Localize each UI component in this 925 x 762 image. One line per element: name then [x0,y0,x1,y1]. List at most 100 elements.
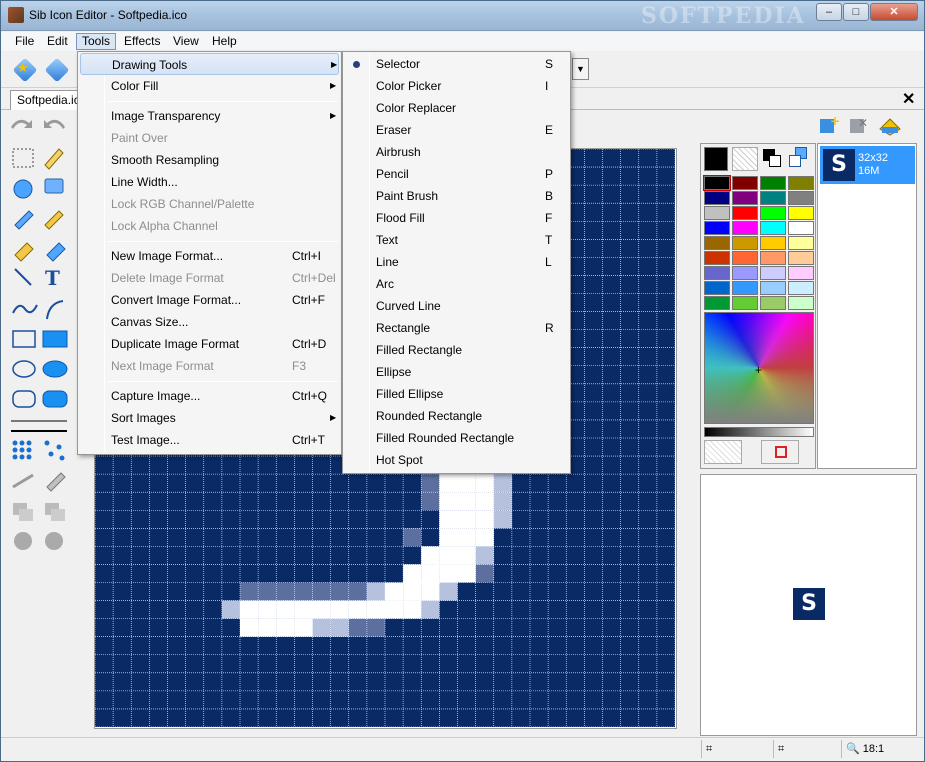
palette-color-swatch[interactable] [704,206,730,220]
palette-color-swatch[interactable] [760,296,786,310]
hotspot-swatch[interactable] [761,440,799,464]
palette-color-swatch[interactable] [732,296,758,310]
filled-rectangle-icon[interactable] [42,330,68,348]
drawing-tool-item[interactable]: Paint Brush B [345,185,568,207]
maximize-button[interactable]: □ [843,3,869,21]
palette-color-swatch[interactable] [760,251,786,265]
color-picker-icon[interactable] [44,148,64,170]
undo-icon[interactable] [11,119,32,129]
palette-color-swatch[interactable] [732,251,758,265]
palette-color-swatch[interactable] [788,281,814,295]
menu-file[interactable]: File [10,33,39,50]
palette-color-swatch[interactable] [788,221,814,235]
palette-color-swatch[interactable] [732,281,758,295]
palette-color-swatch[interactable] [788,266,814,280]
transparent-swatch[interactable] [704,440,742,464]
image-format-entry[interactable]: S 32x32 16M [820,146,915,184]
palette-color-swatch[interactable] [732,266,758,280]
paint-brush-icon[interactable] [14,242,34,262]
menu-effects[interactable]: Effects [119,33,165,50]
primary-color-swatch[interactable] [704,147,728,171]
tools-menu-item[interactable]: Duplicate Image Format Ctrl+D [80,333,339,355]
palette-color-swatch[interactable] [732,191,758,205]
tools-menu-item[interactable]: Test Image... Ctrl+T [80,429,339,451]
menu-tools[interactable]: Tools [76,33,117,50]
rounded-rectangle-icon[interactable] [12,390,36,408]
palette-color-swatch[interactable] [760,281,786,295]
filled-rounded-rectangle-icon[interactable] [42,390,68,408]
gray-pencil-icon[interactable] [46,472,66,492]
palette-color-swatch[interactable] [788,296,814,310]
palette-color-swatch[interactable] [704,281,730,295]
palette-color-swatch[interactable] [732,236,758,250]
line-icon[interactable] [14,268,32,286]
document-tab[interactable]: Softpedia.ico [10,90,86,110]
minimize-button[interactable]: – [816,3,842,21]
palette-color-swatch[interactable] [760,236,786,250]
palette-color-swatch[interactable] [788,236,814,250]
drawing-tool-item[interactable]: Color Picker I [345,75,568,97]
tools-menu-item[interactable]: New Image Format... Ctrl+I [80,245,339,267]
menu-edit[interactable]: Edit [42,33,73,50]
drawing-tool-item[interactable]: Eraser E [345,119,568,141]
eraser-icon[interactable] [44,178,64,194]
palette-color-swatch[interactable] [760,266,786,280]
palette-color-swatch[interactable] [704,191,730,205]
tools-menu-item[interactable]: Line Width... [80,171,339,193]
palette-color-swatch[interactable] [704,236,730,250]
add-image-icon[interactable]: + [820,114,840,133]
palette-color-swatch[interactable] [704,221,730,235]
arc-icon[interactable] [46,300,64,320]
palette-color-swatch[interactable] [703,175,731,191]
zoom-combo-arrow[interactable]: ▼ [572,58,589,80]
filled-ellipse-icon[interactable] [42,360,68,378]
drawing-tool-item[interactable]: Rounded Rectangle [345,405,568,427]
drawing-tool-item[interactable]: Hot Spot [345,449,568,471]
tools-menu-item[interactable]: Sort Images ▶ [80,407,339,429]
close-document-icon[interactable]: ✕ [902,89,915,109]
gray-shape-2-icon[interactable] [45,532,63,550]
tools-menu-item[interactable]: Convert Image Format... Ctrl+F [80,289,339,311]
remove-image-icon[interactable]: ✕ [850,116,868,133]
swap-colors-icon[interactable] [763,149,781,167]
tools-menu-item[interactable]: Color Fill ▶ [80,75,339,97]
transparent-color-swatch[interactable] [732,147,758,171]
palette-color-swatch[interactable] [760,206,786,220]
palette-color-swatch[interactable] [788,206,814,220]
palette-color-swatch[interactable] [732,206,758,220]
new-icon-button[interactable]: ★ [11,56,39,84]
drawing-tool-item[interactable]: Filled Rounded Rectangle [345,427,568,449]
menu-help[interactable]: Help [207,33,242,50]
ellipse-icon[interactable] [12,360,36,378]
selector-icon[interactable] [12,148,34,168]
tools-menu-item[interactable]: Image Transparency ▶ [80,105,339,127]
airbrush-icon[interactable] [14,210,34,230]
drawing-tool-item[interactable]: Pencil P [345,163,568,185]
palette-color-swatch[interactable] [760,176,786,190]
drawing-tool-item[interactable]: Selector S [345,53,568,75]
drawing-tool-item[interactable]: Curved Line [345,295,568,317]
drawing-tool-item[interactable]: Arc [345,273,568,295]
palette-color-swatch[interactable] [732,176,758,190]
replace-color-icon[interactable] [789,147,811,169]
color-spectrum[interactable]: + [704,312,814,424]
drawing-tool-item[interactable]: Line L [345,251,568,273]
gray-shape-icon[interactable] [14,532,32,550]
text-tool-icon[interactable]: T [45,266,60,290]
airbrush-dots-icon[interactable] [12,440,32,460]
drawing-tool-item[interactable]: Rectangle R [345,317,568,339]
palette-color-swatch[interactable] [788,176,814,190]
open-icon-button[interactable] [43,56,71,84]
redo-icon[interactable] [44,119,65,129]
rectangle-icon[interactable] [12,330,36,348]
palette-color-swatch[interactable] [760,221,786,235]
drawing-tool-item[interactable]: Filled Ellipse [345,383,568,405]
sparse-dots-icon[interactable] [44,440,65,461]
palette-color-swatch[interactable] [704,251,730,265]
palette-color-swatch[interactable] [732,221,758,235]
palette-color-swatch[interactable] [788,191,814,205]
image-properties-icon[interactable] [879,118,901,136]
palette-color-swatch[interactable] [760,191,786,205]
tools-menu-item[interactable]: Drawing Tools ▶ [80,53,339,75]
palette-color-swatch[interactable] [704,296,730,310]
